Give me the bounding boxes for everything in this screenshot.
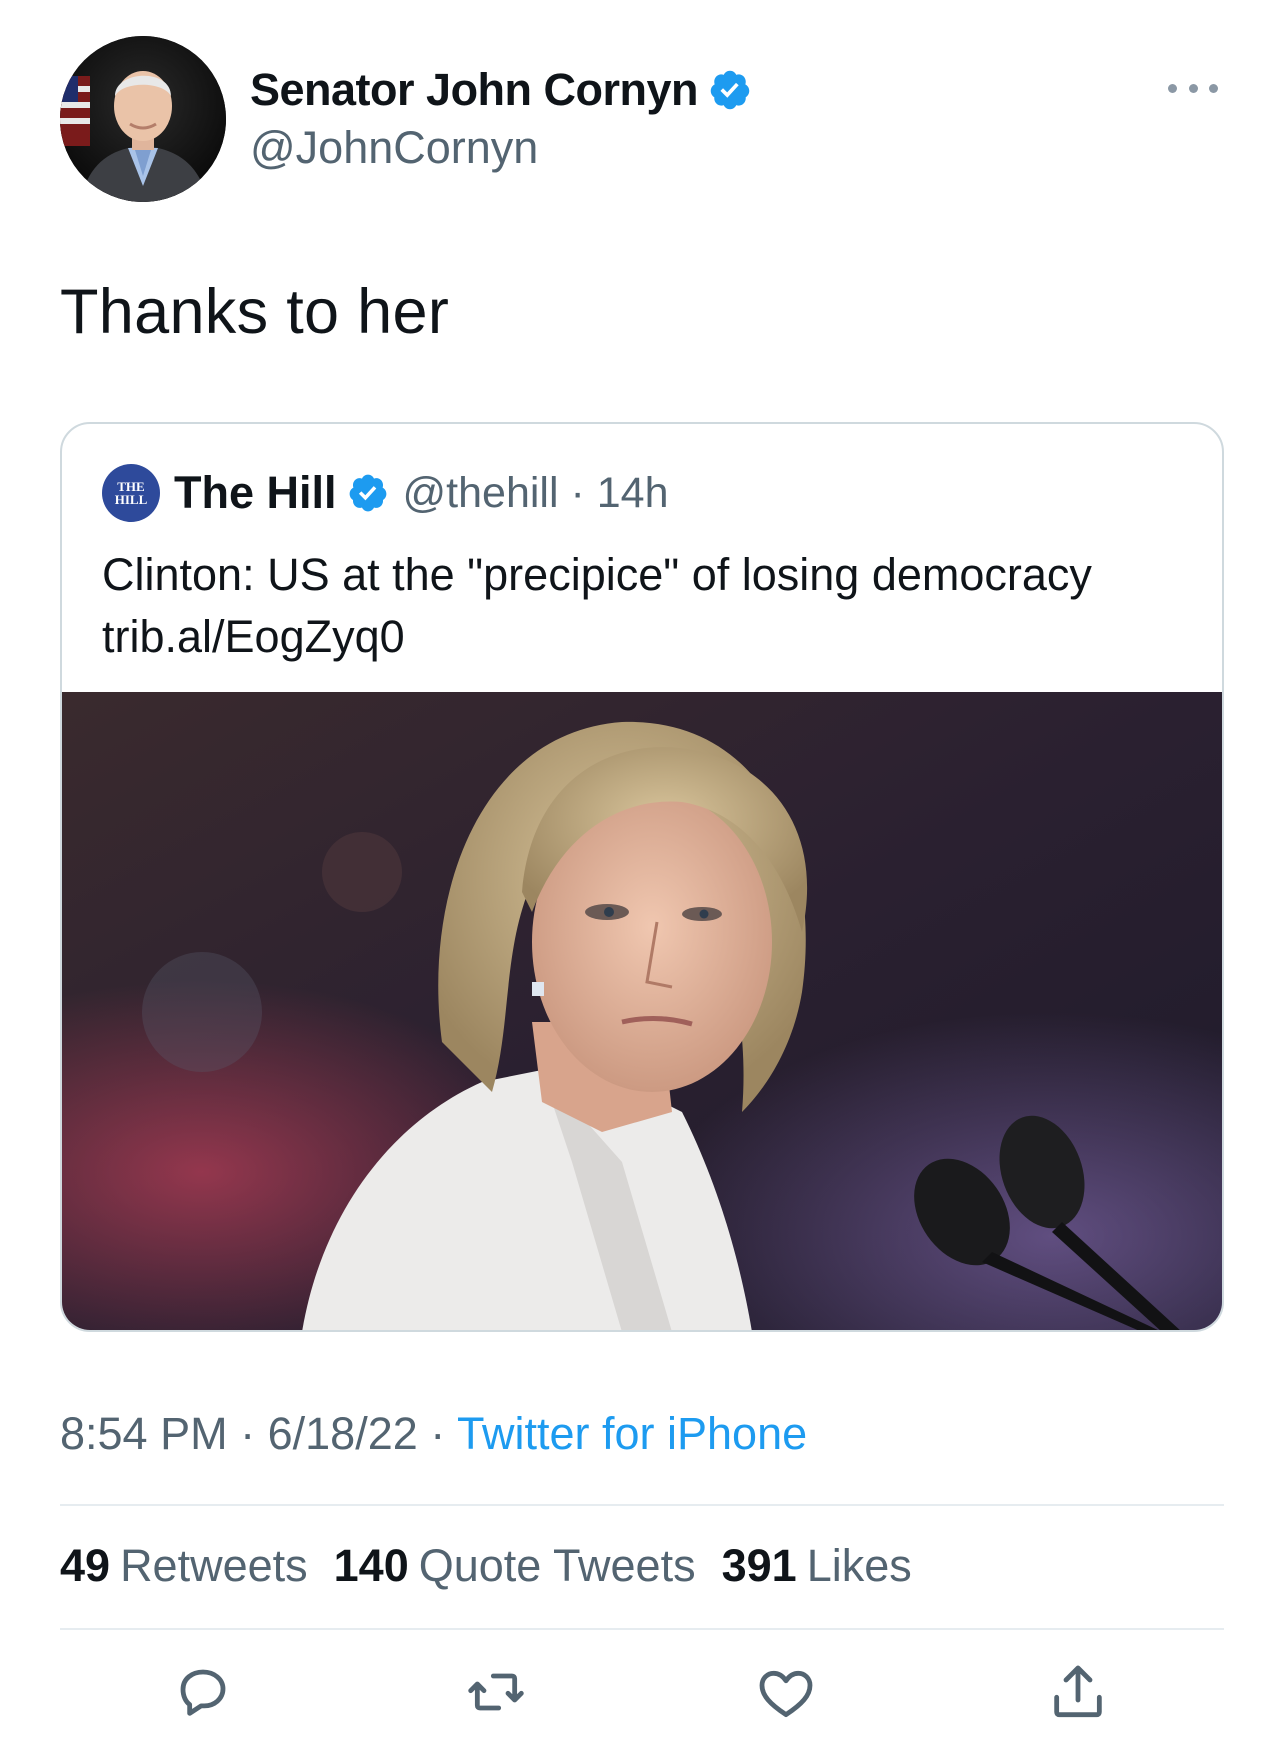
- quoted-photo[interactable]: [62, 692, 1224, 1332]
- share-icon[interactable]: [1046, 1660, 1110, 1724]
- tweet-time: 8:54 PM: [60, 1408, 228, 1459]
- meta-separator: ·: [240, 1408, 256, 1459]
- quoted-author-handle[interactable]: @thehill · 14h: [403, 469, 669, 518]
- quoted-tweet[interactable]: THE HILL The Hill @thehill · 14h Clinton…: [60, 422, 1224, 1332]
- tweet-actions: [0, 1660, 1284, 1738]
- verified-badge-icon: [349, 474, 386, 512]
- author-name[interactable]: Senator John Cornyn: [250, 64, 699, 116]
- quoted-text-line: Clinton: US at the "precipice" of losing…: [102, 549, 1092, 600]
- tweet-date: 6/18/22: [267, 1408, 418, 1459]
- retweets-label: Retweets: [120, 1540, 308, 1591]
- author-avatar[interactable]: [60, 36, 226, 202]
- quoted-time: 14h: [596, 468, 669, 517]
- tweet-meta: 8:54 PM · 6/18/22 · Twitter for iPhone: [60, 1408, 807, 1460]
- quote-tweets-stat[interactable]: 140 Quote Tweets: [334, 1540, 696, 1592]
- retweet-icon[interactable]: [464, 1660, 528, 1724]
- meta-separator: ·: [430, 1408, 446, 1459]
- like-icon[interactable]: [754, 1660, 818, 1724]
- retweets-stat[interactable]: 49 Retweets: [60, 1540, 308, 1592]
- verified-badge-icon: [710, 70, 750, 110]
- quoted-separator: ·: [570, 468, 585, 517]
- quoted-link[interactable]: trib.al/EogZyq0: [102, 606, 1192, 668]
- quoted-text: Clinton: US at the "precipice" of losing…: [102, 544, 1192, 668]
- tweet-text: Thanks to her: [60, 277, 450, 347]
- quote-tweets-label: Quote Tweets: [418, 1540, 696, 1591]
- more-icon[interactable]: [1168, 78, 1218, 98]
- retweets-count: 49: [60, 1540, 111, 1591]
- quote-tweets-count: 140: [333, 1540, 409, 1591]
- tweet-source-link[interactable]: Twitter for iPhone: [457, 1408, 807, 1459]
- tweet-stats: 49 Retweets 140 Quote Tweets 391 Likes: [60, 1540, 938, 1592]
- logo-text-bottom: HILL: [114, 492, 148, 507]
- quoted-handle: @thehill: [402, 468, 559, 517]
- likes-stat[interactable]: 391 Likes: [722, 1540, 912, 1592]
- divider: [60, 1504, 1224, 1506]
- quoted-author-name[interactable]: The Hill: [174, 467, 337, 519]
- tweet-header: Senator John Cornyn @JohnCornyn: [60, 36, 1224, 206]
- likes-count: 391: [721, 1540, 797, 1591]
- reply-icon[interactable]: [171, 1660, 235, 1724]
- author-handle[interactable]: @JohnCornyn: [250, 122, 752, 174]
- the-hill-logo: THE HILL: [102, 464, 160, 522]
- likes-label: Likes: [806, 1540, 912, 1591]
- divider: [60, 1628, 1224, 1630]
